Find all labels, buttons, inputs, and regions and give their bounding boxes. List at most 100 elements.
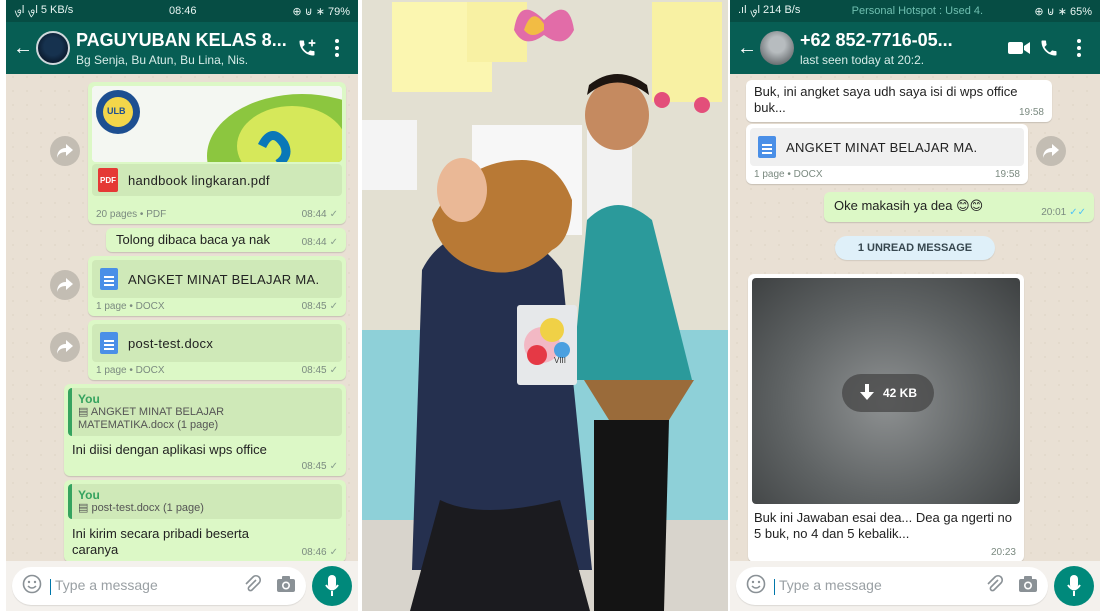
document-icon [758, 136, 776, 158]
chat-title-block[interactable]: PAGUYUBAN KELAS 8... Bg Senja, Bu Atun, … [76, 30, 292, 67]
signal-indicator: ࡐl ࡐl 5 KB/s [14, 4, 74, 16]
text-message[interactable]: Oke makasih ya dea 😊😊 20:01 ✓✓ [824, 192, 1094, 222]
document-icon [100, 332, 118, 354]
quoted-message[interactable]: You ▤ ANGKET MINAT BELAJAR MATEMATIKA.do… [68, 388, 342, 436]
forward-icon[interactable] [1036, 136, 1066, 166]
forward-icon[interactable] [50, 332, 80, 362]
message-list: ULB PDF handbook lingkaran.pdf 20 pages … [6, 74, 358, 561]
hotspot-indicator: Personal Hotspot : Used 4. [851, 5, 984, 17]
download-icon [859, 384, 874, 400]
sent-tick-icon: ✓ [329, 209, 338, 220]
message-placeholder: Type a message [774, 577, 984, 594]
document-message[interactable]: ANGKET MINAT BELAJAR MA. 1 page • DOCX 1… [746, 124, 1028, 184]
private-chat-screen: .ıl ࡐl 214 B/s Personal Hotspot : Used 4… [730, 0, 1100, 611]
message-placeholder: Type a message [50, 577, 242, 594]
message-text: Oke makasih ya dea 😊😊 [834, 198, 984, 213]
camera-icon[interactable] [1018, 575, 1038, 598]
quoted-message[interactable]: You ▤ post-test.docx (1 page) [68, 484, 342, 519]
add-call-icon[interactable] [292, 38, 322, 58]
file-meta: 1 page • DOCX [96, 301, 165, 312]
unread-divider: 1 UNREAD MESSAGE [835, 236, 995, 260]
document-file-row[interactable]: ANGKET MINAT BELAJAR MA. [92, 260, 342, 298]
message-time: 08:46 ✓ [301, 547, 338, 558]
message-text: Ini diisi dengan aplikasi wps office [72, 442, 267, 457]
message-text: Buk ini Jawaban esai dea... Dea ga ngert… [754, 510, 1013, 541]
message-time: 08:45 ✓ [301, 365, 338, 376]
microphone-icon [1067, 575, 1081, 596]
forward-icon[interactable] [50, 136, 80, 166]
quoted-text: ▤ post-test.docx (1 page) [78, 502, 204, 514]
attach-icon[interactable] [984, 574, 1004, 599]
forward-icon[interactable] [50, 270, 80, 300]
quoted-sender: You [78, 392, 100, 406]
status-time: 08:46 [169, 5, 197, 17]
text-message[interactable]: Tolong dibaca baca ya nak 08:44 ✓ [106, 228, 346, 252]
more-options-icon[interactable] [1064, 38, 1094, 58]
status-bar: .ıl ࡐl 214 B/s Personal Hotspot : Used 4… [730, 0, 1100, 22]
read-tick-icon: ✓✓ [1069, 207, 1086, 218]
book-label: VIII [554, 356, 567, 365]
message-input-bar: Type a message [730, 561, 1100, 611]
more-options-icon[interactable] [322, 38, 352, 58]
camera-icon[interactable] [276, 575, 296, 598]
message-text: Buk, ini angket saya udh saya isi di wps… [754, 84, 1018, 115]
message-text: Tolong dibaca baca ya nak [116, 232, 270, 247]
message-time: 08:44 ✓ [301, 209, 338, 220]
reply-message[interactable]: You ▤ ANGKET MINAT BELAJAR MATEMATIKA.do… [64, 384, 346, 476]
attach-icon[interactable] [242, 574, 262, 599]
sent-tick-icon: ✓ [329, 301, 338, 312]
text-message[interactable]: Buk, ini angket saya udh saya isi di wps… [746, 80, 1052, 122]
file-name: post-test.docx [128, 335, 214, 351]
document-icon [100, 268, 118, 290]
document-message[interactable]: post-test.docx 1 page • DOCX 08:45 ✓ [88, 320, 346, 380]
microphone-icon [325, 575, 339, 596]
message-time: 08:45 ✓ [301, 301, 338, 312]
document-file-row[interactable]: post-test.docx [92, 324, 342, 362]
battery-indicator: ⊕ ⊍ ∗ 65% [1034, 5, 1092, 18]
message-time: 19:58 [1018, 107, 1044, 118]
message-time: 20:01 ✓✓ [1041, 207, 1086, 218]
voice-message-button[interactable] [312, 566, 352, 606]
message-input-bar: Type a message [6, 561, 358, 611]
back-arrow-icon[interactable]: ← [736, 37, 758, 60]
document-message[interactable]: ANGKET MINAT BELAJAR MA. 1 page • DOCX 0… [88, 256, 346, 316]
file-name: ANGKET MINAT BELAJAR MA. [128, 271, 320, 287]
status-bar: ࡐl ࡐl 5 KB/s 08:46 ⊕ ⊍ ∗ 79% [6, 0, 358, 22]
download-button[interactable]: 42 KB [842, 374, 934, 412]
voice-call-icon[interactable] [1034, 38, 1064, 58]
chat-header: ← PAGUYUBAN KELAS 8... Bg Senja, Bu Atun… [6, 22, 358, 74]
sent-tick-icon: ✓ [329, 237, 338, 248]
image-message[interactable]: 42 KB Buk ini Jawaban esai dea... Dea ga… [748, 274, 1024, 561]
contact-avatar[interactable] [760, 31, 794, 65]
file-name: ANGKET MINAT BELAJAR MA. [786, 139, 978, 155]
pdf-file-row[interactable]: PDF handbook lingkaran.pdf [92, 164, 342, 196]
file-meta: 20 pages • PDF [96, 209, 167, 220]
sent-tick-icon: ✓ [329, 547, 338, 558]
quoted-text: ▤ ANGKET MINAT BELAJAR MATEMATIKA.docx (… [78, 406, 225, 431]
video-call-icon[interactable] [1004, 41, 1034, 55]
message-time: 08:44 ✓ [301, 237, 338, 248]
file-name: handbook lingkaran.pdf [128, 172, 270, 188]
quoted-sender: You [78, 488, 100, 502]
file-meta: 1 page • DOCX [96, 365, 165, 376]
emoji-icon[interactable] [746, 574, 766, 599]
sent-tick-icon: ✓ [329, 461, 338, 472]
chat-title-block[interactable]: +62 852-7716-05... last seen today at 20… [800, 30, 1004, 67]
back-arrow-icon[interactable]: ← [12, 37, 34, 60]
file-meta: 1 page • DOCX [754, 169, 823, 180]
message-input[interactable]: Type a message [736, 567, 1048, 605]
chat-title: PAGUYUBAN KELAS 8... [76, 29, 287, 50]
group-chat-screen: ࡐl ࡐl 5 KB/s 08:46 ⊕ ⊍ ∗ 79% ← PAGUYUBAN… [6, 0, 358, 611]
reply-message[interactable]: You ▤ post-test.docx (1 page) Ini kirim … [64, 480, 346, 561]
pdf-preview: ULB [92, 86, 342, 162]
blurred-image-preview[interactable]: 42 KB [752, 278, 1020, 504]
pdf-message[interactable]: ULB PDF handbook lingkaran.pdf 20 pages … [88, 82, 346, 224]
document-file-row[interactable]: ANGKET MINAT BELAJAR MA. [750, 128, 1024, 166]
group-avatar[interactable] [36, 31, 70, 65]
emoji-icon[interactable] [22, 574, 42, 599]
voice-message-button[interactable] [1054, 566, 1094, 606]
last-seen-text: last seen today at 20:2. [800, 52, 925, 67]
message-input[interactable]: Type a message [12, 567, 306, 605]
image-size: 42 KB [882, 386, 917, 400]
message-list: Buk, ini angket saya udh saya isi di wps… [730, 74, 1100, 561]
